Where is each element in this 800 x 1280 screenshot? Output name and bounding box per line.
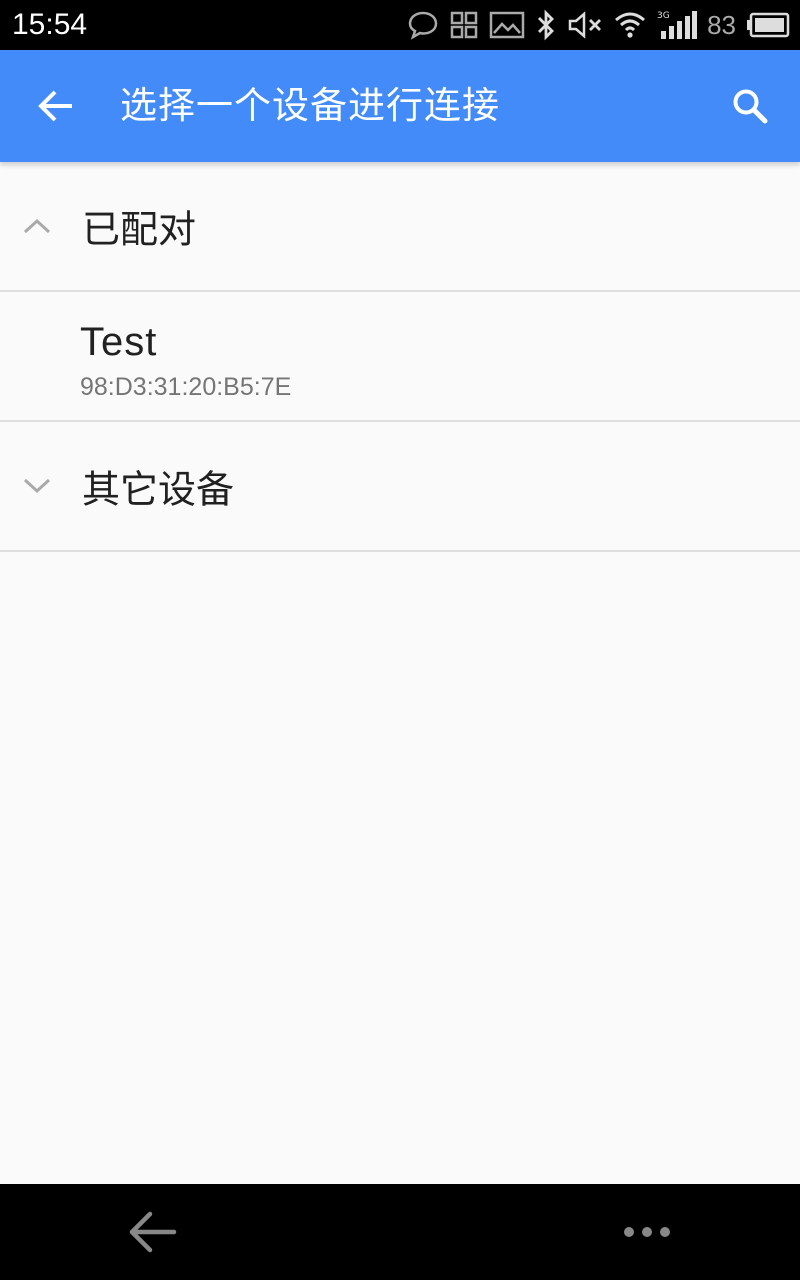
device-address: 98:D3:31:20:B5:7E bbox=[80, 373, 292, 401]
group-header-paired[interactable]: 已配对 bbox=[0, 162, 800, 292]
nav-back-icon bbox=[129, 1211, 177, 1253]
mute-icon bbox=[567, 10, 603, 40]
chat-bubble-icon bbox=[407, 10, 439, 40]
chevron-up-icon bbox=[23, 218, 51, 234]
search-button[interactable] bbox=[718, 74, 782, 138]
battery-percent: 83 bbox=[707, 10, 736, 40]
screen: 15:54 3G 83 选择一个设备进行连接 已配对 Test 98:D3:31… bbox=[0, 0, 800, 1280]
nav-back-button[interactable] bbox=[126, 1208, 178, 1256]
status-icons: 3G 83 bbox=[407, 6, 790, 44]
grid-app-icon bbox=[449, 10, 479, 40]
search-icon bbox=[733, 89, 768, 124]
device-item[interactable]: Test 98:D3:31:20:B5:7E bbox=[0, 292, 800, 422]
navigation-bar bbox=[0, 1184, 800, 1280]
app-bar: 选择一个设备进行连接 bbox=[0, 50, 800, 162]
signal-icon: 3G bbox=[657, 9, 698, 41]
group-header-other[interactable]: 其它设备 bbox=[0, 422, 800, 552]
battery-icon bbox=[746, 12, 790, 38]
back-button[interactable] bbox=[24, 74, 88, 138]
arrow-back-icon bbox=[38, 90, 72, 122]
status-time: 15:54 bbox=[12, 8, 88, 41]
svg-text:3G: 3G bbox=[657, 11, 670, 21]
image-icon bbox=[489, 11, 525, 39]
nav-more-button[interactable] bbox=[620, 1214, 674, 1250]
wifi-icon bbox=[613, 10, 647, 40]
status-bar: 15:54 3G 83 bbox=[0, 0, 800, 50]
device-list: 已配对 Test 98:D3:31:20:B5:7E 其它设备 bbox=[0, 162, 800, 552]
group-label: 已配对 bbox=[82, 207, 197, 252]
device-name: Test bbox=[80, 320, 158, 364]
bluetooth-icon bbox=[535, 9, 557, 41]
more-dots-icon bbox=[624, 1227, 670, 1237]
page-title: 选择一个设备进行连接 bbox=[120, 84, 500, 127]
chevron-down-icon bbox=[23, 478, 51, 494]
group-label: 其它设备 bbox=[82, 467, 235, 512]
